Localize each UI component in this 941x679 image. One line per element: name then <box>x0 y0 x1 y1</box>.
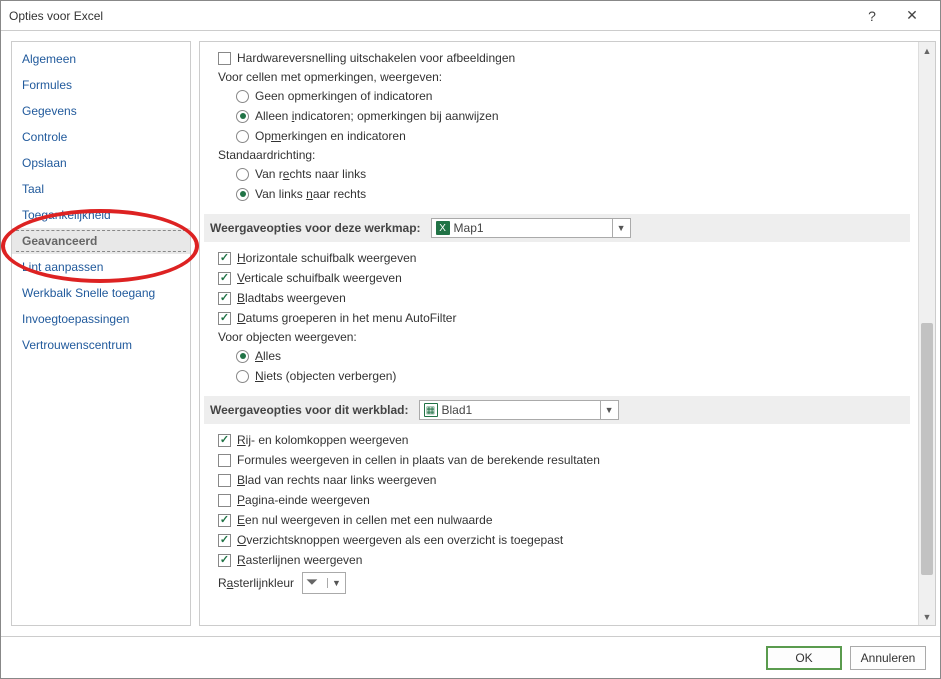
sheet-icon: ▦ <box>424 403 438 417</box>
direction-rtl-radio[interactable] <box>236 168 249 181</box>
show-zero-checkbox[interactable] <box>218 514 231 527</box>
chevron-down-icon: ▼ <box>600 401 614 419</box>
show-zero-label: Een nul weergeven in cellen met een nulw… <box>237 513 493 527</box>
comments-none-radio[interactable] <box>236 90 249 103</box>
direction-ltr-label: Van links naar rechts <box>255 187 366 201</box>
vscroll-label: Verticale schuifbalk weergeven <box>237 271 402 285</box>
worksheet-header-label: Weergaveopties voor dit werkblad: <box>210 403 409 417</box>
objects-all-label: Alles <box>255 349 281 363</box>
outline-buttons-checkbox[interactable] <box>218 534 231 547</box>
hardware-accel-label: Hardwareversnelling uitschakelen voor af… <box>237 51 515 65</box>
direction-group-label: Standaardrichting: <box>204 146 910 164</box>
comments-group-label: Voor cellen met opmerkingen, weergeven: <box>204 68 910 86</box>
close-button[interactable]: ✕ <box>892 2 932 30</box>
hscroll-checkbox[interactable] <box>218 252 231 265</box>
sidebar-item-geavanceerd[interactable]: Geavanceerd <box>12 228 190 254</box>
scroll-thumb[interactable] <box>921 323 933 576</box>
sidebar-item-label: Formules <box>22 78 72 92</box>
workbook-select-value: Map1 <box>454 221 484 235</box>
sidebar-item-label: Controle <box>22 130 67 144</box>
dialog-title: Opties voor Excel <box>9 9 852 23</box>
content-pane: Hardwareversnelling uitschakelen voor af… <box>200 42 918 625</box>
sidebar-item-invoegtoepassingen[interactable]: Invoegtoepassingen <box>12 306 190 332</box>
paint-bucket-icon <box>307 576 323 590</box>
sidebar-item-label: Invoegtoepassingen <box>22 312 129 326</box>
vscroll-checkbox[interactable] <box>218 272 231 285</box>
titlebar: Opties voor Excel ? ✕ <box>1 1 940 31</box>
formulas-label: Formules weergeven in cellen in plaats v… <box>237 453 600 467</box>
workbook-section-header: Weergaveopties voor deze werkmap: X Map1… <box>204 214 910 242</box>
gridlines-checkbox[interactable] <box>218 554 231 567</box>
sidebar-item-label: Lint aanpassen <box>22 260 103 274</box>
formulas-checkbox[interactable] <box>218 454 231 467</box>
sidebar-item-werkbalk-snelle-toegang[interactable]: Werkbalk Snelle toegang <box>12 280 190 306</box>
scroll-up-arrow[interactable]: ▲ <box>919 42 935 59</box>
direction-ltr-radio[interactable] <box>236 188 249 201</box>
sheettabs-label: Bladtabs weergeven <box>237 291 346 305</box>
sidebar-item-vertrouwenscentrum[interactable]: Vertrouwenscentrum <box>12 332 190 358</box>
autofilter-dates-checkbox[interactable] <box>218 312 231 325</box>
workbook-select-dropdown[interactable]: X Map1 ▼ <box>431 218 631 238</box>
excel-icon: X <box>436 221 450 235</box>
workbook-header-label: Weergaveopties voor deze werkmap: <box>210 221 421 235</box>
chevron-down-icon: ▼ <box>612 219 626 237</box>
sidebar-item-opslaan[interactable]: Opslaan <box>12 150 190 176</box>
dialog-footer: OK Annuleren <box>1 636 940 678</box>
help-button[interactable]: ? <box>852 2 892 30</box>
rowcol-headers-label: Rij- en kolomkoppen weergeven <box>237 433 408 447</box>
sidebar-item-label: Vertrouwenscentrum <box>22 338 132 352</box>
rowcol-headers-checkbox[interactable] <box>218 434 231 447</box>
sidebar-item-gegevens[interactable]: Gegevens <box>12 98 190 124</box>
comments-both-radio[interactable] <box>236 130 249 143</box>
gridlines-label: Rasterlijnen weergeven <box>237 553 362 567</box>
worksheet-select-dropdown[interactable]: ▦ Blad1 ▼ <box>419 400 619 420</box>
sidebar-item-taal[interactable]: Taal <box>12 176 190 202</box>
objects-none-radio[interactable] <box>236 370 249 383</box>
ok-button[interactable]: OK <box>766 646 842 670</box>
sheettabs-checkbox[interactable] <box>218 292 231 305</box>
sidebar-item-formules[interactable]: Formules <box>12 72 190 98</box>
scroll-down-arrow[interactable]: ▼ <box>919 608 935 625</box>
page-break-checkbox[interactable] <box>218 494 231 507</box>
sidebar-item-lint-aanpassen[interactable]: Lint aanpassen <box>12 254 190 280</box>
autofilter-dates-label: Datums groeperen in het menu AutoFilter <box>237 311 456 325</box>
cancel-button[interactable]: Annuleren <box>850 646 926 670</box>
worksheet-select-value: Blad1 <box>442 403 473 417</box>
objects-all-radio[interactable] <box>236 350 249 363</box>
sidebar: Algemeen Formules Gegevens Controle Opsl… <box>11 41 191 626</box>
worksheet-section-header: Weergaveopties voor dit werkblad: ▦ Blad… <box>204 396 910 424</box>
vertical-scrollbar[interactable]: ▲ ▼ <box>918 42 935 625</box>
sidebar-item-algemeen[interactable]: Algemeen <box>12 46 190 72</box>
comments-indicators-label: Alleen indicatoren; opmerkingen bij aanw… <box>255 109 499 123</box>
sidebar-item-label: Geavanceerd <box>22 234 97 248</box>
gridline-color-button[interactable]: ▼ <box>302 572 346 594</box>
comments-both-label: Opmerkingen en indicatoren <box>255 129 406 143</box>
sidebar-item-label: Algemeen <box>22 52 76 66</box>
chevron-down-icon: ▼ <box>327 578 341 588</box>
sheet-rtl-label: Blad van rechts naar links weergeven <box>237 473 436 487</box>
sidebar-item-label: Toegankelijkheid <box>22 208 111 222</box>
sidebar-item-label: Opslaan <box>22 156 67 170</box>
hardware-accel-checkbox[interactable] <box>218 52 231 65</box>
sheet-rtl-checkbox[interactable] <box>218 474 231 487</box>
comments-none-label: Geen opmerkingen of indicatoren <box>255 89 432 103</box>
direction-rtl-label: Van rechts naar links <box>255 167 366 181</box>
sidebar-item-label: Taal <box>22 182 44 196</box>
hscroll-label: Horizontale schuifbalk weergeven <box>237 251 416 265</box>
page-break-label: Pagina-einde weergeven <box>237 493 370 507</box>
objects-group-label: Voor objecten weergeven: <box>204 328 910 346</box>
gridline-color-label: Rasterlijnkleur <box>218 576 294 590</box>
sidebar-item-toegankelijkheid[interactable]: Toegankelijkheid <box>12 202 190 228</box>
sidebar-item-controle[interactable]: Controle <box>12 124 190 150</box>
sidebar-item-label: Gegevens <box>22 104 77 118</box>
outline-buttons-label: Overzichtsknoppen weergeven als een over… <box>237 533 563 547</box>
objects-none-label: Niets (objecten verbergen) <box>255 369 396 383</box>
scroll-track[interactable] <box>919 59 935 608</box>
sidebar-item-label: Werkbalk Snelle toegang <box>22 286 155 300</box>
comments-indicators-radio[interactable] <box>236 110 249 123</box>
